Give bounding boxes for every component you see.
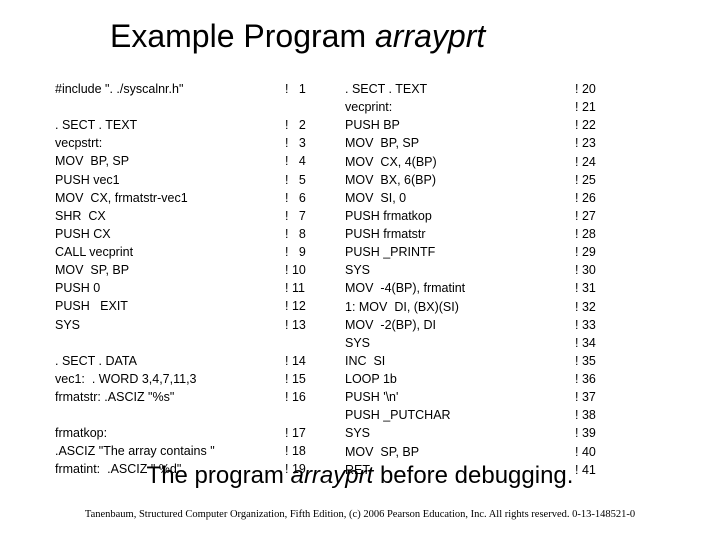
code-line: MOV BP, SP	[345, 134, 575, 152]
line-number: ! 10	[285, 261, 345, 279]
line-number: ! 6	[285, 189, 345, 207]
line-number: ! 7	[285, 207, 345, 225]
code-line: 1: MOV DI, (BX)(SI)	[345, 298, 575, 316]
line-number: ! 37	[575, 388, 635, 406]
code-line: MOV BX, 6(BP)	[345, 171, 575, 189]
caption-suffix: before debugging.	[373, 462, 573, 489]
code-line: vec1: . WORD 3,4,7,11,3	[55, 370, 285, 388]
code-line: SYS	[345, 334, 575, 352]
code-line: .ASCIZ "The array contains "	[55, 442, 285, 460]
code-line: SYS	[345, 261, 575, 279]
line-number: ! 9	[285, 243, 345, 261]
code-column-right: . SECT . TEXTvecprint:PUSH BPMOV BP, SPM…	[345, 80, 575, 479]
caption-italic: arrayprt	[291, 462, 374, 489]
code-line: PUSH 0	[55, 279, 285, 297]
line-number: ! 38	[575, 406, 635, 424]
line-number: ! 13	[285, 316, 345, 334]
title-italic: arrayprt	[375, 18, 485, 54]
line-number: ! 16	[285, 388, 345, 406]
code-line: INC SI	[345, 352, 575, 370]
line-number: ! 17	[285, 424, 345, 442]
line-number: ! 5	[285, 171, 345, 189]
line-number: ! 27	[575, 207, 635, 225]
line-number	[285, 98, 345, 116]
code-line: SYS	[345, 424, 575, 442]
line-number	[285, 334, 345, 352]
code-line	[55, 334, 285, 352]
caption-prefix: The program	[147, 462, 291, 489]
line-number: ! 30	[575, 261, 635, 279]
code-line: PUSH frmatstr	[345, 225, 575, 243]
code-line: MOV SI, 0	[345, 189, 575, 207]
code-line: PUSH vec1	[55, 171, 285, 189]
code-line: MOV BP, SP	[55, 152, 285, 170]
line-number: ! 28	[575, 225, 635, 243]
title-text: Example Program	[110, 18, 375, 54]
code-line: . SECT . TEXT	[345, 80, 575, 98]
footer-text: Tanenbaum, Structured Computer Organizat…	[0, 509, 720, 520]
line-number: ! 23	[575, 134, 635, 152]
line-number: ! 18	[285, 442, 345, 460]
code-line: CALL vecprint	[55, 243, 285, 261]
code-listing: #include ". ./syscalnr.h" . SECT . TEXTv…	[55, 80, 665, 479]
code-line	[55, 98, 285, 116]
code-line: PUSH _PUTCHAR	[345, 406, 575, 424]
line-number: ! 20	[575, 80, 635, 98]
code-line: SYS	[55, 316, 285, 334]
line-number	[285, 406, 345, 424]
line-number: ! 14	[285, 352, 345, 370]
line-number: ! 2	[285, 116, 345, 134]
line-number: ! 24	[575, 153, 635, 171]
code-line: MOV SP, BP	[55, 261, 285, 279]
code-line: . SECT . DATA	[55, 352, 285, 370]
code-line: vecpstrt:	[55, 134, 285, 152]
line-numbers-right: ! 20! 21! 22! 23! 24! 25! 26! 27! 28! 29…	[575, 80, 635, 479]
code-line: MOV -4(BP), frmatint	[345, 279, 575, 297]
line-number: ! 39	[575, 424, 635, 442]
code-line: PUSH '\n'	[345, 388, 575, 406]
line-number: ! 21	[575, 98, 635, 116]
line-number: ! 40	[575, 443, 635, 461]
line-number: ! 32	[575, 298, 635, 316]
code-line: PUSH _PRINTF	[345, 243, 575, 261]
code-line: SHR CX	[55, 207, 285, 225]
code-line: vecprint:	[345, 98, 575, 116]
line-number: ! 25	[575, 171, 635, 189]
code-line: . SECT . TEXT	[55, 116, 285, 134]
line-number: ! 31	[575, 279, 635, 297]
line-number: ! 35	[575, 352, 635, 370]
line-number: ! 33	[575, 316, 635, 334]
slide: Example Program arrayprt #include ". ./s…	[0, 0, 720, 540]
line-number: ! 34	[575, 334, 635, 352]
line-number: ! 12	[285, 297, 345, 315]
line-number: ! 15	[285, 370, 345, 388]
code-line: frmatstr: .ASCIZ "%s"	[55, 388, 285, 406]
line-number: ! 11	[285, 279, 345, 297]
code-line: PUSH frmatkop	[345, 207, 575, 225]
code-line: LOOP 1b	[345, 370, 575, 388]
line-number: ! 29	[575, 243, 635, 261]
line-number: ! 1	[285, 80, 345, 98]
line-number: ! 8	[285, 225, 345, 243]
line-number: ! 3	[285, 134, 345, 152]
code-line: frmatkop:	[55, 424, 285, 442]
line-number: ! 36	[575, 370, 635, 388]
code-line: MOV -2(BP), DI	[345, 316, 575, 334]
code-line: PUSH CX	[55, 225, 285, 243]
code-line: PUSH BP	[345, 116, 575, 134]
line-number: ! 22	[575, 116, 635, 134]
code-line: MOV SP, BP	[345, 443, 575, 461]
line-number: ! 4	[285, 152, 345, 170]
line-number: ! 26	[575, 189, 635, 207]
slide-title: Example Program arrayprt	[0, 0, 720, 55]
code-line: MOV CX, 4(BP)	[345, 153, 575, 171]
code-line: PUSH EXIT	[55, 297, 285, 315]
code-line: #include ". ./syscalnr.h"	[55, 80, 285, 98]
code-line: MOV CX, frmatstr-vec1	[55, 189, 285, 207]
caption: The program arrayprt before debugging.	[0, 462, 720, 490]
line-numbers-left: ! 1 ! 2! 3! 4! 5! 6! 7! 8! 9! 10! 11! 12…	[285, 80, 345, 479]
code-line	[55, 406, 285, 424]
code-column-left: #include ". ./syscalnr.h" . SECT . TEXTv…	[55, 80, 285, 479]
